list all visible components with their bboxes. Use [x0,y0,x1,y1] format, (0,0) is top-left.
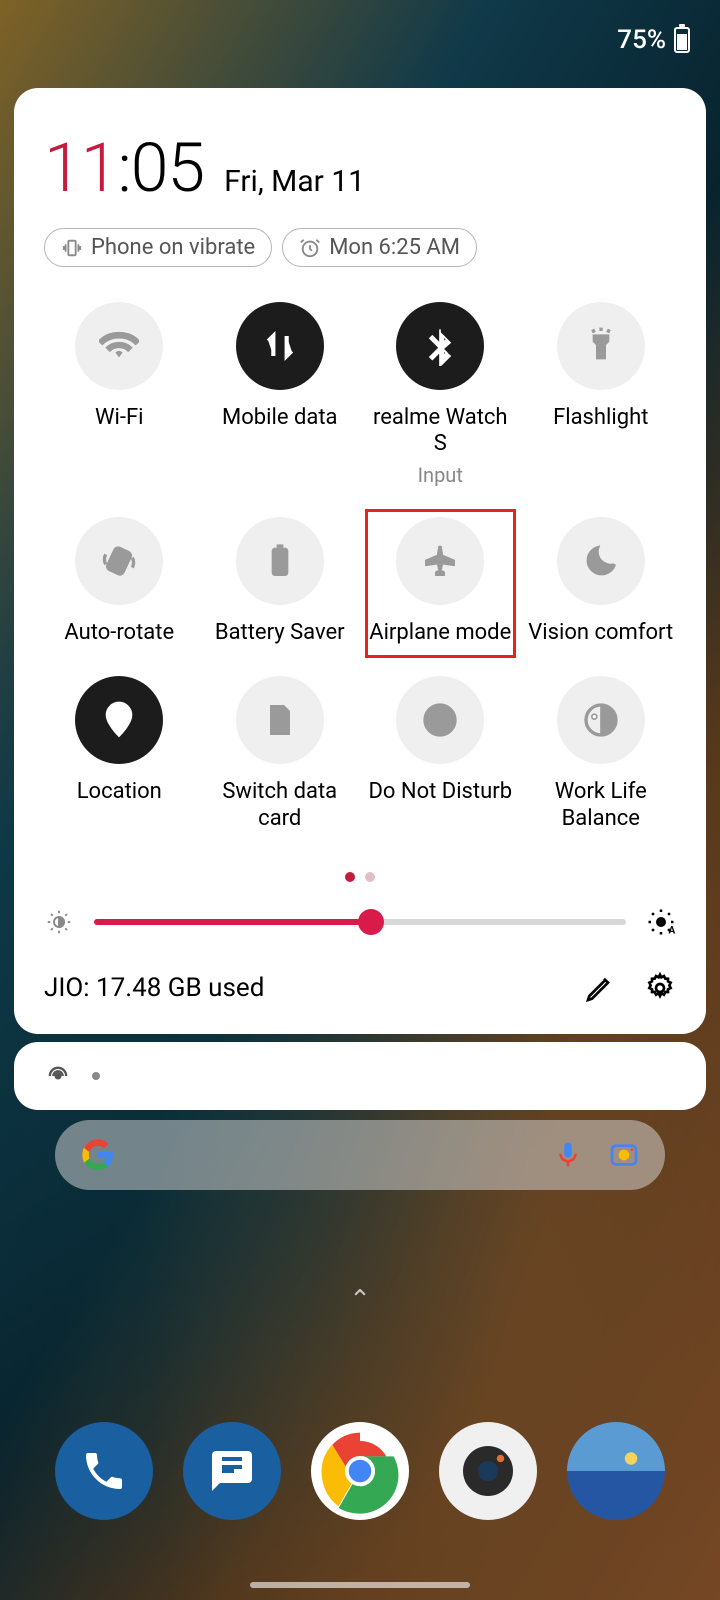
tile-label: Switch data card [205,779,356,832]
tile-label: Vision comfort [528,620,673,646]
clock-row[interactable]: 11:05 Fri, Mar 11 [44,128,676,208]
tile-sublabel: Input [418,463,463,487]
brightness-row: A [44,907,676,937]
notification-panel[interactable] [14,1042,706,1110]
tile-do-not-disturb[interactable]: Do Not Disturb [365,676,516,832]
quick-settings-panel: 11:05 Fri, Mar 11 Phone on vibrate Mon 6… [14,88,706,1034]
page-indicator [44,872,676,882]
svg-text:1: 1 [276,711,284,729]
mic-icon[interactable] [553,1140,583,1170]
alarm-icon [299,237,321,259]
svg-text:A: A [669,925,676,936]
camera-app-icon[interactable] [439,1422,537,1520]
tile-location[interactable]: Location [44,676,195,832]
tiles-grid: Wi-Fi Mobile data realme Watch S Input F… [44,302,676,832]
clock-hour: 11 [44,128,117,208]
dock [0,1422,720,1520]
footer-row: JIO: 17.48 GB used [44,972,676,1004]
tile-auto-rotate[interactable]: Auto-rotate [44,517,195,646]
navigation-handle[interactable] [250,1582,470,1588]
battery-icon [674,27,690,53]
bluetooth-icon [396,302,484,390]
brightness-slider[interactable] [94,919,626,925]
chrome-app-icon[interactable] [311,1422,409,1520]
chips-row: Phone on vibrate Mon 6:25 AM [44,228,676,267]
page-dot [365,872,375,882]
tile-flashlight[interactable]: Flashlight [526,302,677,487]
dnd-icon [396,676,484,764]
auto-rotate-icon [75,517,163,605]
tile-label: Location [77,779,162,805]
vibrate-chip[interactable]: Phone on vibrate [44,228,272,267]
settings-icon[interactable] [644,972,676,1004]
clock-time: 11:05 [44,128,204,208]
wifi-icon [75,302,163,390]
messages-app-icon[interactable] [183,1422,281,1520]
hotspot-icon [44,1062,72,1090]
auto-brightness-icon[interactable]: A [646,907,676,937]
tile-vision-comfort[interactable]: Vision comfort [526,517,677,646]
tile-label: Wi-Fi [95,405,143,431]
tile-wifi[interactable]: Wi-Fi [44,302,195,487]
gallery-app-icon[interactable] [567,1422,665,1520]
tile-bluetooth[interactable]: realme Watch S Input [365,302,516,487]
tile-mobile-data[interactable]: Mobile data [205,302,356,487]
clock-minute: :05 [117,128,204,208]
vibrate-label: Phone on vibrate [91,235,255,260]
airplane-icon [396,517,484,605]
page-dot-active [345,872,355,882]
phone-app-icon[interactable] [55,1422,153,1520]
tile-battery-saver[interactable]: Battery Saver [205,517,356,646]
tile-label: Auto-rotate [64,620,174,646]
notification-dot [92,1072,100,1080]
tile-label: Work Life Balance [526,779,677,832]
tile-label: Mobile data [222,405,337,431]
location-icon [75,676,163,764]
tile-airplane-mode[interactable]: Airplane mode [365,509,516,658]
google-logo-icon [80,1137,116,1173]
tile-label: realme Watch S [365,405,516,458]
tile-label: Do Not Disturb [368,779,512,805]
clock-date: Fri, Mar 11 [224,164,365,199]
edit-icon[interactable] [584,972,616,1004]
tile-switch-data-card[interactable]: 1 Switch data card [205,676,356,832]
status-bar: 75% [0,0,720,80]
sim-icon: 1 [236,676,324,764]
battery-saver-icon [236,517,324,605]
slider-thumb[interactable] [358,909,384,935]
battery-indicator: 75% [617,25,690,55]
battery-percent: 75% [617,25,666,55]
vibrate-icon [61,237,83,259]
mobile-data-icon [236,302,324,390]
footer-actions [584,972,676,1004]
data-usage-label[interactable]: JIO: 17.48 GB used [44,973,264,1003]
tile-label: Battery Saver [215,620,345,646]
app-drawer-handle[interactable]: ⌃ [349,1285,371,1315]
slider-fill [94,919,371,925]
flashlight-icon [557,302,645,390]
tile-label: Flashlight [553,405,648,431]
moon-icon [557,517,645,605]
brightness-low-icon [44,907,74,937]
work-life-balance-icon [557,676,645,764]
google-search-bar[interactable] [55,1120,665,1190]
alarm-label: Mon 6:25 AM [329,235,460,260]
alarm-chip[interactable]: Mon 6:25 AM [282,228,477,267]
lens-icon[interactable] [608,1139,640,1171]
tile-label: Airplane mode [369,620,511,646]
tile-work-life-balance[interactable]: Work Life Balance [526,676,677,832]
